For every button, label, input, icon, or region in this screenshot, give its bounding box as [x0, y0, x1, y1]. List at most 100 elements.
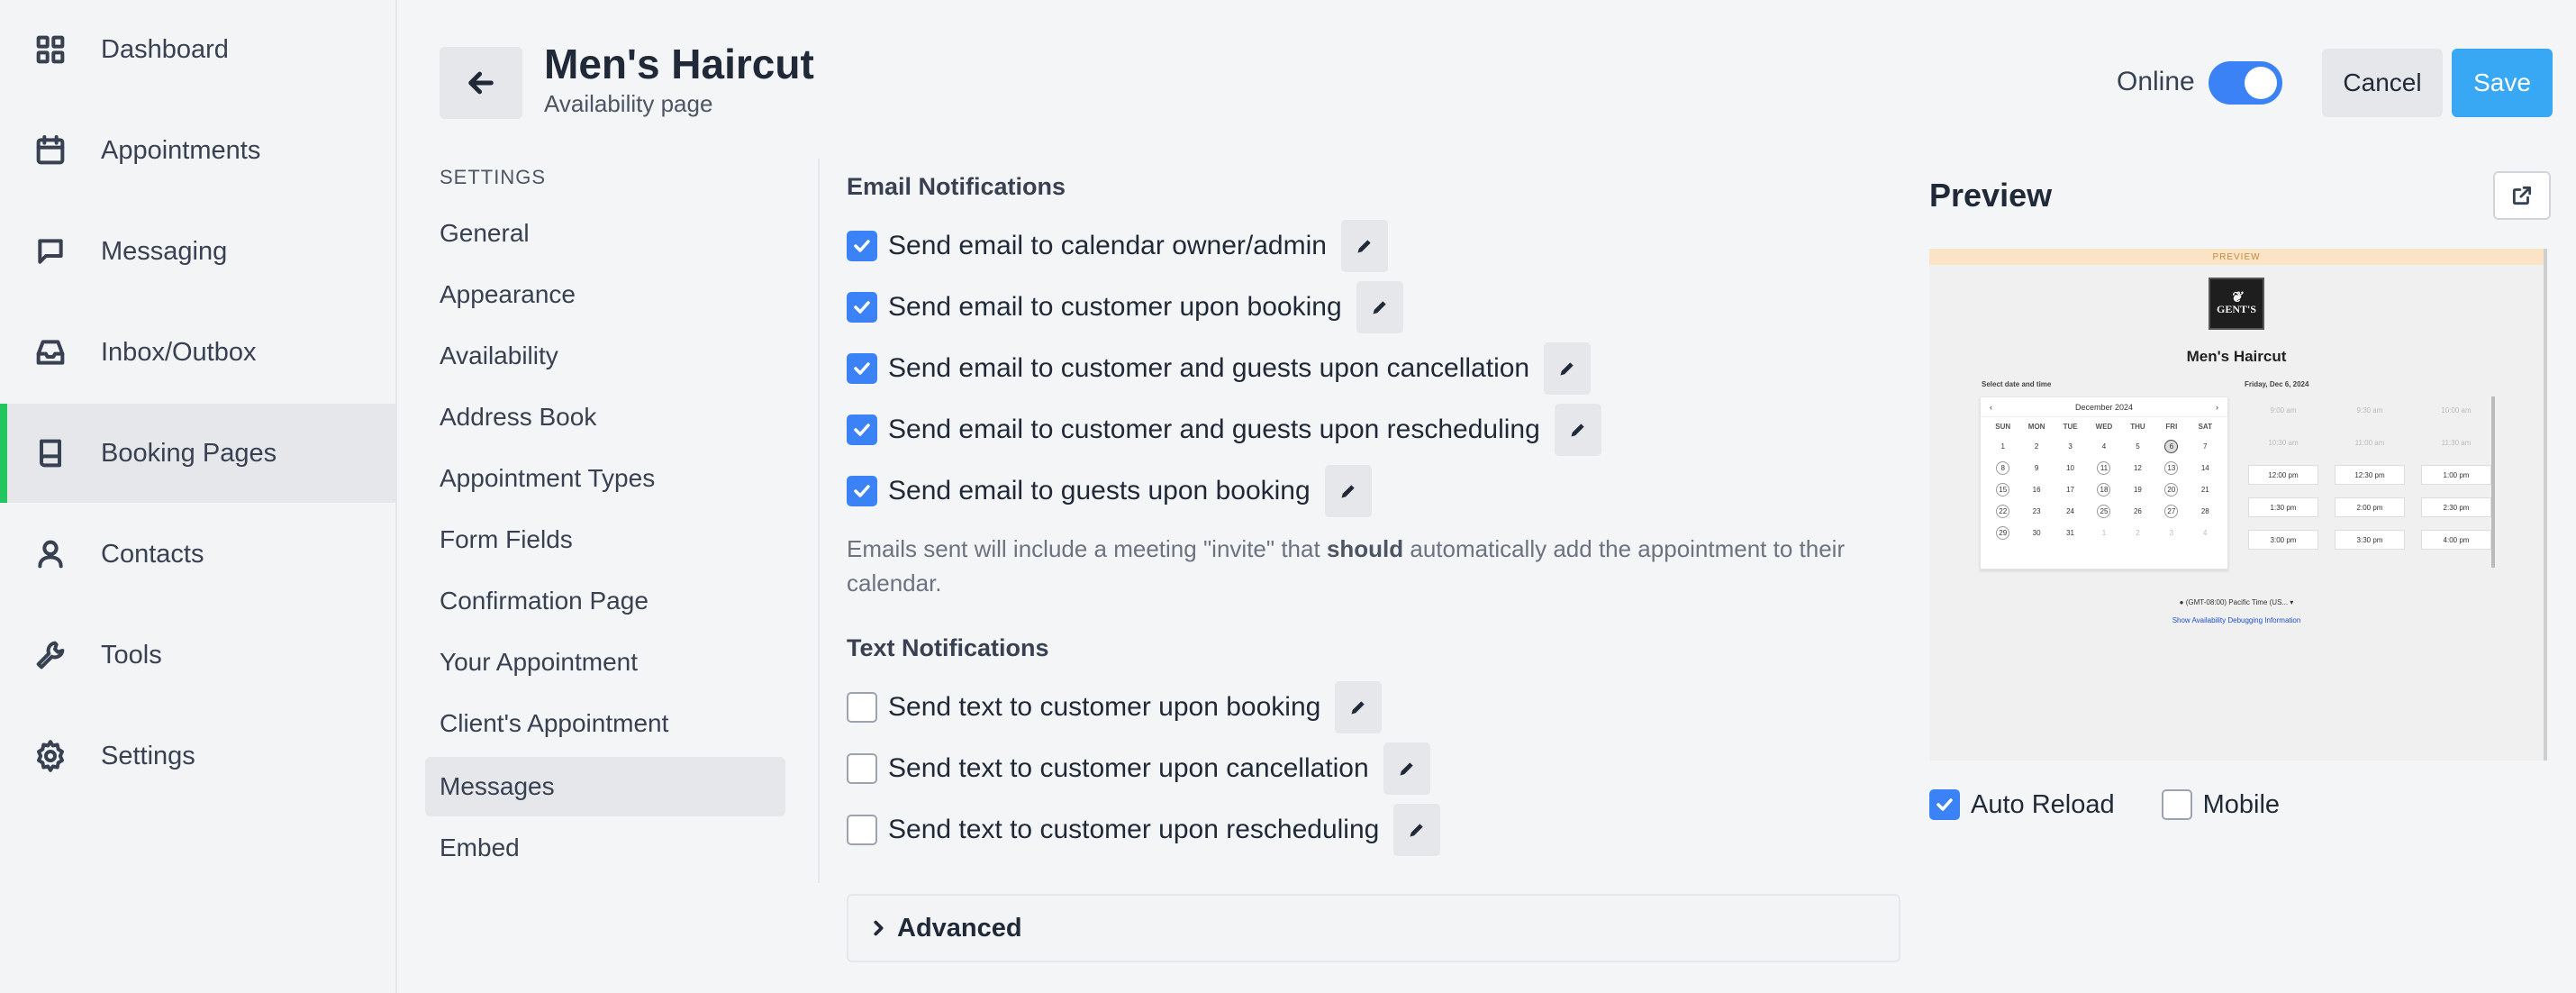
edit-button[interactable]	[1356, 281, 1403, 333]
back-button[interactable]	[440, 47, 522, 119]
calendar-day[interactable]: 27	[2154, 504, 2188, 520]
sidebar-item-appointments[interactable]: Appointments	[0, 101, 395, 200]
calendar-day[interactable]: 15	[1986, 482, 2019, 498]
calendar-day[interactable]: 29	[1986, 525, 2019, 542]
calendar-day[interactable]: 1	[1986, 439, 2019, 455]
calendar-day[interactable]: 10	[2054, 460, 2087, 477]
settings-item-address-book[interactable]: Address Book	[425, 387, 785, 447]
sidebar-item-booking-pages[interactable]: Booking Pages	[0, 404, 395, 503]
calendar-day[interactable]: 25	[2087, 504, 2120, 520]
sidebar-item-messaging[interactable]: Messaging	[0, 202, 395, 301]
calendar-day-outside[interactable]: 1	[2087, 525, 2120, 542]
time-slot[interactable]: 12:30 pm	[2335, 465, 2405, 485]
edit-button[interactable]	[1383, 742, 1430, 795]
sidebar-item-settings[interactable]: Settings	[0, 706, 395, 806]
time-slot[interactable]: 4:00 pm	[2421, 530, 2491, 550]
calendar-day[interactable]: 5	[2121, 439, 2154, 455]
calendar-day-outside[interactable]: 3	[2154, 525, 2188, 542]
calendar-day[interactable]: 16	[2019, 482, 2053, 498]
sidebar-item-dashboard[interactable]: Dashboard	[0, 0, 395, 99]
text-cancellation-checkbox[interactable]	[847, 753, 877, 784]
edit-button[interactable]	[1544, 342, 1592, 395]
calendar-day[interactable]: 14	[2189, 460, 2222, 477]
settings-item-general[interactable]: General	[425, 204, 785, 263]
preview-scrollbar[interactable]	[2491, 396, 2495, 568]
time-slot[interactable]: 2:00 pm	[2335, 497, 2405, 517]
email-cancellation-checkbox[interactable]	[847, 353, 877, 384]
check-icon	[854, 240, 870, 252]
email-customer-booking-checkbox[interactable]	[847, 292, 877, 323]
settings-item-clients-appointment[interactable]: Client's Appointment	[425, 694, 785, 753]
calendar-day[interactable]: 11	[2087, 460, 2120, 477]
calendar-day[interactable]: 2	[2019, 439, 2053, 455]
calendar-day[interactable]: 8	[1986, 460, 2019, 477]
calendar-day[interactable]: 18	[2087, 482, 2120, 498]
email-owner-checkbox[interactable]	[847, 231, 877, 261]
calendar-day[interactable]: 3	[2054, 439, 2087, 455]
sidebar-item-inbox-outbox[interactable]: Inbox/Outbox	[0, 303, 395, 402]
open-external-button[interactable]	[2493, 171, 2551, 220]
sidebar-item-tools[interactable]: Tools	[0, 606, 395, 705]
calendar-day[interactable]: 30	[2019, 525, 2053, 542]
calendar-day[interactable]: 9	[2019, 460, 2053, 477]
calendar-day[interactable]: 26	[2121, 504, 2154, 520]
calendar-day[interactable]: 22	[1986, 504, 2019, 520]
calendar-day-outside[interactable]: 4	[2189, 525, 2222, 542]
settings-item-embed[interactable]: Embed	[425, 818, 785, 878]
time-slot[interactable]: 3:30 pm	[2335, 530, 2405, 550]
calendar-day[interactable]: 24	[2054, 504, 2087, 520]
time-slot[interactable]: 2:30 pm	[2421, 497, 2491, 517]
cancel-button[interactable]: Cancel	[2322, 49, 2443, 117]
time-slot[interactable]: 1:00 pm	[2421, 465, 2491, 485]
prev-month-icon[interactable]: ‹	[1990, 403, 1992, 412]
chevron-right-icon	[874, 920, 884, 936]
calendar-day[interactable]: 4	[2087, 439, 2120, 455]
text-notifications-title: Text Notifications	[847, 634, 1049, 661]
settings-item-appearance[interactable]: Appearance	[425, 265, 785, 324]
sidebar-item-contacts[interactable]: Contacts	[0, 505, 395, 604]
calendar-day[interactable]: 12	[2121, 460, 2154, 477]
calendar-day[interactable]: 6	[2154, 439, 2188, 455]
text-booking-checkbox[interactable]	[847, 692, 877, 723]
settings-item-your-appointment[interactable]: Your Appointment	[425, 633, 785, 692]
calendar-day[interactable]: 19	[2121, 482, 2154, 498]
calendar-day[interactable]: 28	[2189, 504, 2222, 520]
edit-button[interactable]	[1340, 220, 1388, 272]
settings-item-confirmation-page[interactable]: Confirmation Page	[425, 571, 785, 631]
calendar-day[interactable]: 31	[2054, 525, 2087, 542]
settings-item-form-fields[interactable]: Form Fields	[425, 510, 785, 569]
time-slot[interactable]: 3:00 pm	[2248, 530, 2318, 550]
text-rescheduling-checkbox[interactable]	[847, 815, 877, 845]
calendar-day[interactable]: 17	[2054, 482, 2087, 498]
save-button[interactable]: Save	[2452, 49, 2553, 117]
settings-item-messages[interactable]: Messages	[425, 757, 785, 816]
settings-item-appointment-types[interactable]: Appointment Types	[425, 449, 785, 508]
calendar-day[interactable]: 20	[2154, 482, 2188, 498]
time-slot[interactable]: 12:00 pm	[2248, 465, 2318, 485]
settings-item-availability[interactable]: Availability	[425, 326, 785, 386]
preview-frame[interactable]: PREVIEW ❦ GENT'S Men's Haircut Select da…	[1929, 249, 2547, 761]
advanced-toggle[interactable]: Advanced	[847, 894, 1900, 962]
online-toggle[interactable]	[2209, 61, 2282, 105]
edit-button[interactable]	[1554, 404, 1601, 456]
calendar-day[interactable]: 23	[2019, 504, 2053, 520]
mobile-checkbox[interactable]	[2161, 789, 2192, 820]
calendar-day[interactable]: 7	[2189, 439, 2222, 455]
calendar-day[interactable]: 13	[2154, 460, 2188, 477]
preview-timezone[interactable]: ● (GMT-08:00) Pacific Time (US... ▾	[1929, 598, 2544, 606]
calendar-day[interactable]: 21	[2189, 482, 2222, 498]
email-rescheduling-checkbox[interactable]	[847, 415, 877, 445]
calendar-day-outside[interactable]: 2	[2121, 525, 2154, 542]
next-month-icon[interactable]: ›	[2216, 403, 2218, 412]
pencil-icon	[1373, 301, 1386, 314]
pencil-icon	[1341, 485, 1355, 498]
edit-button[interactable]	[1324, 465, 1372, 517]
calendar-weekday: THU	[2130, 423, 2145, 431]
note-text: Emails sent will include a meeting "invi…	[847, 535, 1327, 562]
edit-button[interactable]	[1393, 804, 1441, 856]
edit-button[interactable]	[1335, 681, 1383, 733]
email-guests-booking-checkbox[interactable]	[847, 476, 877, 506]
auto-reload-checkbox[interactable]	[1929, 789, 1960, 820]
preview-debug-link[interactable]: Show Availability Debugging Information	[1929, 616, 2544, 624]
time-slot[interactable]: 1:30 pm	[2248, 497, 2318, 517]
